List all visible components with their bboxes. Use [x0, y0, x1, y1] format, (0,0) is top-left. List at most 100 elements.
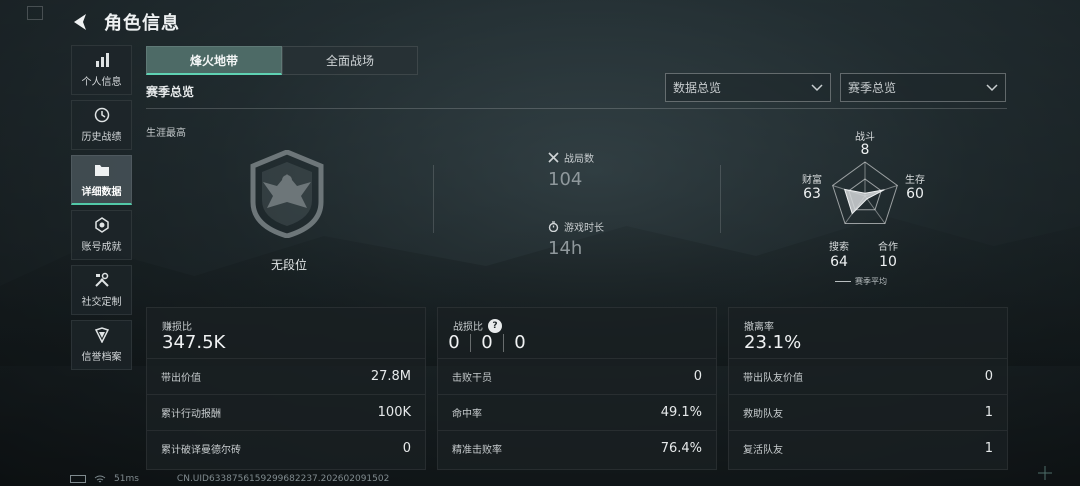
crosshair-icon: [1038, 466, 1052, 480]
battery-icon: [70, 475, 86, 483]
sidebar-item-history[interactable]: 历史战绩: [71, 100, 132, 150]
radar-label-search: 搜索: [829, 242, 849, 253]
evacuation-panel: 撤离率 23.1% 带出队友价值 0 救助队友 1 复活队友 1: [728, 307, 1008, 470]
back-arrow-icon[interactable]: [70, 11, 92, 33]
folder-icon: [94, 164, 109, 176]
table-row: 命中率 49.1%: [438, 394, 716, 430]
rank-label: 无段位: [271, 258, 308, 272]
row-value: 0: [693, 369, 702, 384]
rank-emblem-icon: [250, 150, 324, 238]
table-row: 复活队友 1: [729, 430, 1007, 466]
ratio-value: 0: [448, 332, 460, 353]
match-count-stat: 战局数 104: [548, 150, 594, 190]
crossed-swords-icon: [548, 152, 559, 163]
row-label: 命中率: [452, 409, 482, 420]
page-title: 角色信息: [104, 13, 180, 34]
table-row: 精准击败率 76.4%: [438, 430, 716, 466]
row-label: 累计行动报酬: [161, 409, 221, 420]
uid-text: CN.UID6338756159299682237.202602091502: [176, 474, 390, 484]
panel-title: 战损比: [453, 322, 483, 333]
tab-warzone[interactable]: 烽火地带: [146, 46, 282, 75]
panel-main-value: 347.5K: [162, 332, 226, 353]
divider: [433, 165, 434, 233]
sidebar-item-social[interactable]: 社交定制: [71, 265, 132, 315]
chevron-down-icon: [986, 83, 998, 91]
career-best-label: 生涯最高: [146, 128, 186, 139]
mode-tabs: 烽火地带 全面战场: [146, 46, 418, 75]
row-value: 27.8M: [370, 369, 411, 384]
stopwatch-icon: [548, 221, 559, 232]
radar-label-combat: 战斗: [855, 132, 875, 143]
radar-label-wealth: 财富: [802, 175, 822, 186]
radar-value-wealth: 63: [803, 186, 821, 202]
panel-title: 撤离率: [744, 322, 774, 333]
panel-main-value: 23.1%: [744, 332, 802, 353]
wifi-icon: [94, 475, 106, 482]
panel-title: 赚损比: [162, 322, 192, 333]
chevron-down-icon: [811, 83, 823, 91]
clock-icon: [94, 107, 109, 123]
data-view-dropdown[interactable]: 数据总览: [665, 73, 831, 102]
ratio-value: 0: [481, 332, 493, 353]
stat-label: 战局数: [564, 154, 594, 165]
table-row: 累计行动报酬 100K: [147, 394, 425, 430]
sidebar-item-personal-info[interactable]: 个人信息: [71, 45, 132, 95]
row-label: 击败干员: [452, 373, 492, 384]
ability-radar: 战斗 8 生存 60 合作 10 搜索 64 财富 63 赛季平均: [795, 128, 935, 290]
medal-icon: [94, 217, 109, 233]
sidebar-item-label: 账号成就: [81, 242, 122, 253]
sidebar-item-label: 历史战绩: [81, 132, 122, 143]
section-divider: [146, 108, 1007, 109]
shield-icon: [94, 327, 109, 343]
row-label: 带出队友价值: [743, 373, 803, 384]
table-row: 救助队友 1: [729, 394, 1007, 430]
row-label: 带出价值: [161, 373, 201, 384]
row-value: 1: [984, 405, 993, 420]
radar-value-teamwork: 10: [879, 254, 897, 270]
row-label: 复活队友: [743, 445, 783, 456]
kill-death-ratio: 0 0 0: [444, 332, 530, 353]
row-value: 49.1%: [660, 405, 702, 420]
sidebar-item-label: 详细数据: [81, 186, 122, 198]
sidebar-item-label: 个人信息: [81, 77, 122, 88]
season-dropdown[interactable]: 赛季总览: [840, 73, 1006, 102]
row-value: 76.4%: [660, 441, 702, 456]
sidebar-item-label: 社交定制: [81, 297, 122, 308]
tab-full-battlefield[interactable]: 全面战场: [282, 46, 418, 75]
dropdown-value: 数据总览: [673, 81, 722, 95]
corner-frame-icon: [27, 6, 43, 20]
section-title: 赛季总览: [146, 85, 195, 99]
playtime-stat: 游戏时长 14h: [548, 219, 604, 259]
ratio-separator: [470, 333, 471, 352]
combat-panel: 战损比 ? 0 0 0 击败干员 0 命中率 49.1% 精准击败率 76.4%: [437, 307, 717, 470]
ping-value: 51ms: [114, 474, 139, 484]
divider: [720, 165, 721, 233]
status-footer: 51ms CN.UID6338756159299682237.202602091…: [70, 474, 389, 484]
sidebar: 个人信息 历史战绩 详细数据 账号成就 社交定制 信誉档案: [71, 45, 132, 375]
page-header: 角色信息: [70, 8, 180, 36]
row-label: 精准击败率: [452, 445, 502, 456]
row-value: 0: [402, 441, 411, 456]
radar-legend: 赛季平均: [835, 276, 887, 287]
legend-label: 赛季平均: [855, 277, 887, 286]
table-row: 累计破译曼德尔砖 0: [147, 430, 425, 466]
sidebar-item-reputation[interactable]: 信誉档案: [71, 320, 132, 370]
row-label: 救助队友: [743, 409, 783, 420]
sidebar-item-detailed-data[interactable]: 详细数据: [71, 155, 132, 205]
stat-label: 游戏时长: [564, 223, 604, 234]
radar-value-search: 64: [830, 254, 848, 270]
legend-swatch: [835, 281, 851, 282]
stat-value: 14h: [548, 238, 583, 259]
row-value: 100K: [377, 405, 411, 420]
ratio-value: 0: [514, 332, 526, 353]
table-row: 击败干员 0: [438, 358, 716, 394]
radar-label-teamwork: 合作: [878, 242, 898, 253]
help-icon[interactable]: ?: [488, 318, 502, 333]
bar-chart-icon: [95, 53, 109, 67]
dropdown-value: 赛季总览: [848, 81, 897, 95]
sidebar-item-achievements[interactable]: 账号成就: [71, 210, 132, 260]
sidebar-item-label: 信誉档案: [81, 352, 122, 363]
table-row: 带出队友价值 0: [729, 358, 1007, 394]
row-value: 1: [984, 441, 993, 456]
ratio-separator: [503, 333, 504, 352]
